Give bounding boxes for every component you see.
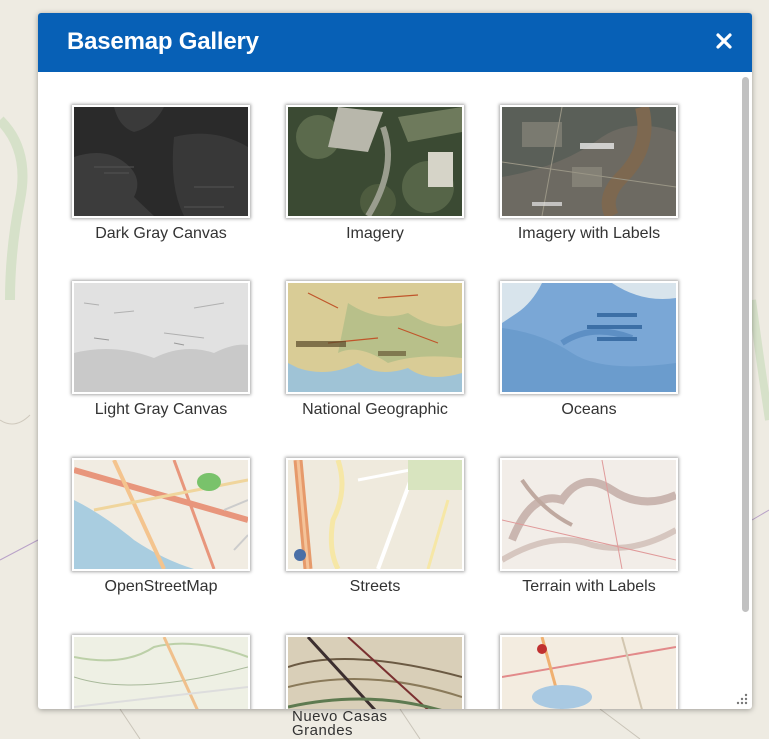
basemap-label: Streets [349,578,401,595]
basemap-thumbnail [72,458,250,571]
basemap-thumbnail [72,281,250,394]
panel-header: Basemap Gallery [38,13,752,72]
basemap-item-terrain-with-labels[interactable]: Terrain with Labels [492,458,686,597]
basemap-label: Dark Gray Canvas [95,225,227,242]
basemap-item-openstreetmap[interactable]: OpenStreetMap [64,458,258,597]
panel-title: Basemap Gallery [67,28,259,55]
basemap-thumbnail [286,458,464,571]
basemap-label: Terrain with Labels [522,578,656,595]
basemap-gallery-panel: Basemap Gallery Dark Gray Canvas Imagery… [38,13,752,709]
basemap-item-topographic[interactable] [64,635,258,709]
map-place-label: Nuevo Casas Grandes [292,708,388,739]
basemap-item-oceans[interactable]: Oceans [492,281,686,420]
basemap-thumbnail [286,281,464,394]
basemap-item-imagery-with-labels[interactable]: Imagery with Labels [492,105,686,244]
basemap-item-light-gray-canvas[interactable]: Light Gray Canvas [64,281,258,420]
basemap-thumbnail [286,635,464,709]
basemap-label: Oceans [561,401,617,418]
basemap-thumbnail [500,635,678,709]
close-icon [716,33,732,49]
basemap-item-dark-gray-canvas[interactable]: Dark Gray Canvas [64,105,258,244]
basemap-thumbnail [500,281,678,394]
basemap-thumbnail [500,458,678,571]
basemap-thumbnail [286,105,464,218]
close-button[interactable] [710,27,738,55]
basemap-item-imagery[interactable]: Imagery [278,105,472,244]
basemap-item-usa-topo-maps[interactable] [278,635,472,709]
basemap-label: National Geographic [302,401,448,418]
resize-grip-icon[interactable] [735,692,749,706]
basemap-thumbnail [72,635,250,709]
basemap-label: Imagery [346,225,404,242]
scrollbar-thumb[interactable] [742,77,749,612]
basemap-label: Imagery with Labels [517,225,661,242]
basemap-thumbnail [500,105,678,218]
basemap-item-navigation[interactable] [492,635,686,709]
basemap-list[interactable]: Dark Gray Canvas Imagery Imagery with La… [38,72,752,709]
basemap-thumbnail [72,105,250,218]
basemap-label: Light Gray Canvas [94,401,228,418]
basemap-item-national-geographic[interactable]: National Geographic [278,281,472,420]
basemap-item-streets[interactable]: Streets [278,458,472,597]
basemap-label: OpenStreetMap [104,578,218,595]
